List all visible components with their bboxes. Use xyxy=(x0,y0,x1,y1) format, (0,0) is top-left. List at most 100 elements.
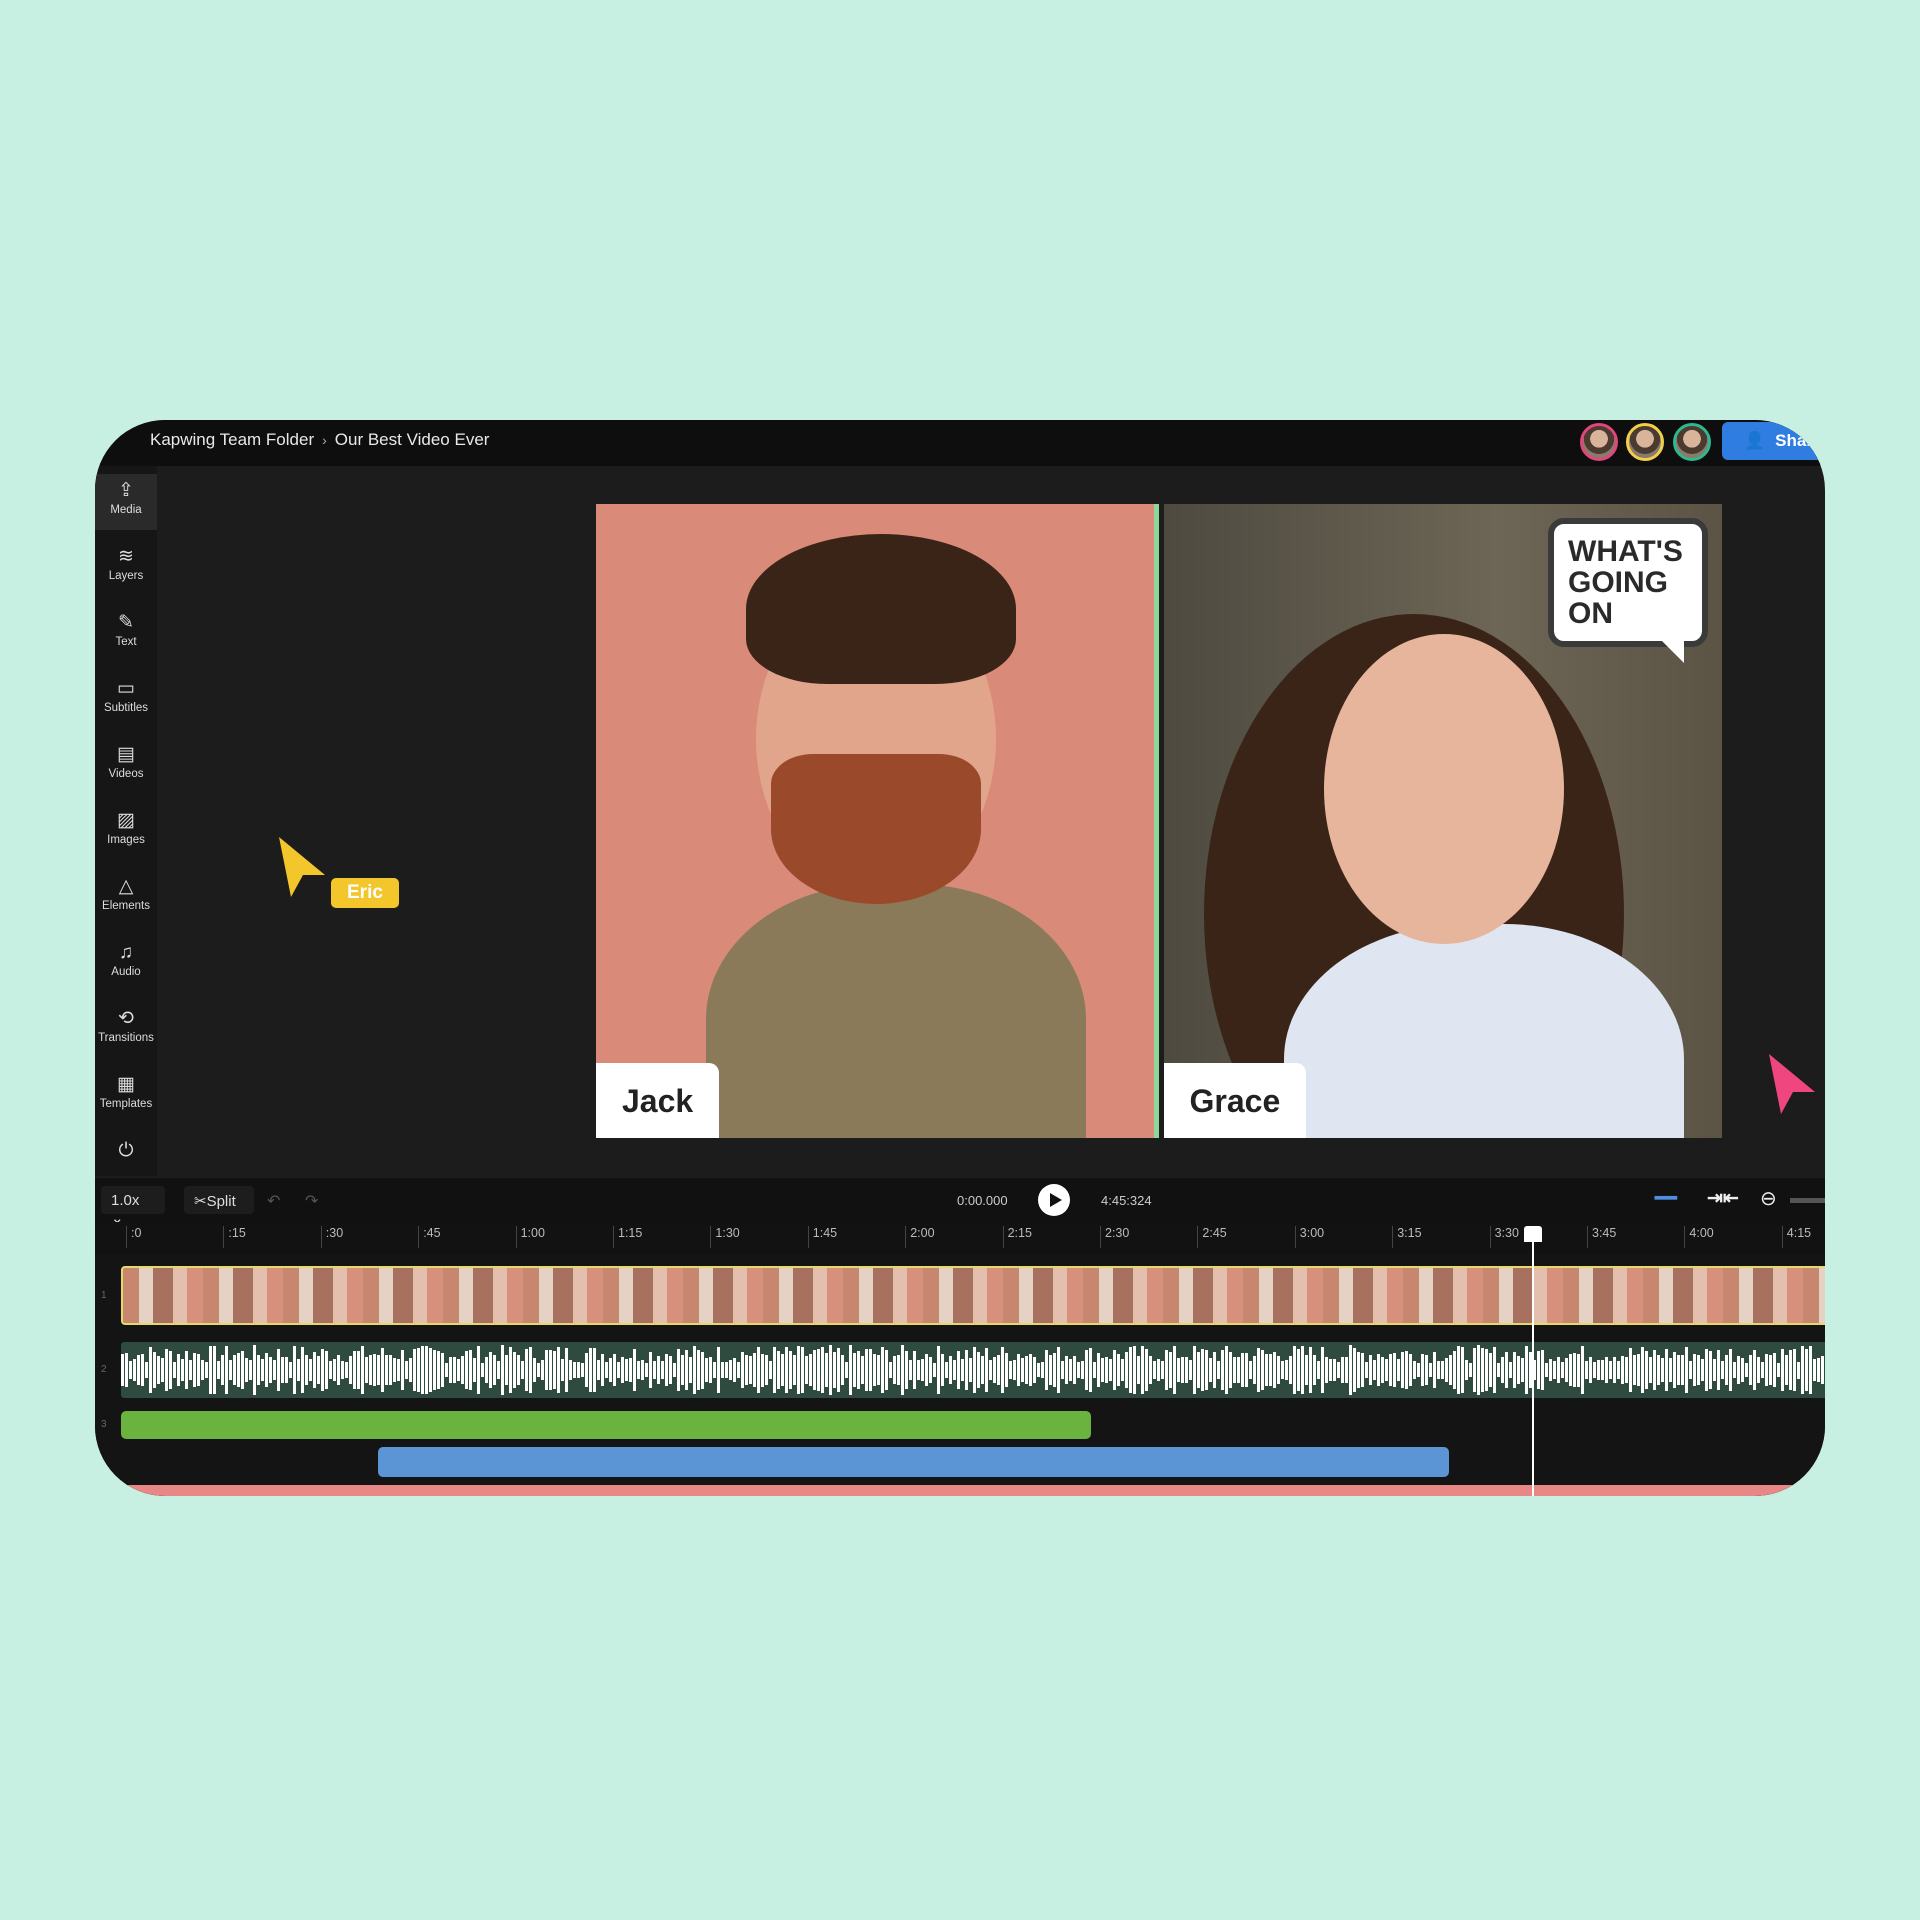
audio-track-clip[interactable] xyxy=(121,1342,1825,1398)
waveform-bar xyxy=(1461,1347,1464,1393)
video-left[interactable]: Jack xyxy=(596,504,1154,1138)
waveform-bar xyxy=(1085,1349,1088,1391)
waveform-bar xyxy=(741,1352,744,1388)
waveform-bar xyxy=(173,1361,176,1379)
waveform-bar xyxy=(633,1348,636,1392)
avatar[interactable] xyxy=(1580,423,1618,461)
play-button[interactable] xyxy=(1038,1184,1070,1216)
waveform-bar xyxy=(1181,1356,1184,1384)
ruler-tick: 2:00 xyxy=(905,1226,935,1248)
sidebar-item-media[interactable]: ⇪ Media xyxy=(95,474,157,530)
waveform-bar xyxy=(1509,1361,1512,1379)
sidebar-item-audio[interactable]: ♫ Audio xyxy=(95,936,157,992)
name-tag-jack[interactable]: Jack xyxy=(596,1063,720,1138)
waveform-bar xyxy=(509,1347,512,1393)
waveform-bar xyxy=(1365,1362,1368,1378)
ruler-tick: 3:15 xyxy=(1392,1226,1422,1248)
sidebar-item-label: Templates xyxy=(99,1098,153,1110)
waveform-bar xyxy=(1785,1355,1788,1385)
undo-icon[interactable]: ↶ xyxy=(267,1191,280,1211)
waveform-bar xyxy=(1585,1361,1588,1379)
waveform-bar xyxy=(993,1356,996,1384)
waveform-bar xyxy=(1049,1354,1052,1386)
waveform-bar xyxy=(513,1352,516,1388)
sidebar-item-images[interactable]: ▨ Images xyxy=(95,804,157,860)
waveform-bar xyxy=(1173,1345,1176,1395)
timeline-toolbar: 1.0x ⌄ ✂Split ↶ ↷ 0:00.000 4:45:324 ━━ ⇥… xyxy=(95,1178,1825,1227)
waveform-bar xyxy=(1065,1355,1068,1385)
video-track-clip[interactable] xyxy=(121,1266,1825,1325)
waveform-bar xyxy=(1381,1357,1384,1383)
waveform-bar xyxy=(1453,1350,1456,1390)
waveform-bar xyxy=(605,1362,608,1378)
waveform-bar xyxy=(1613,1357,1616,1383)
sidebar-item-templates[interactable]: ▦ Templates xyxy=(95,1068,157,1124)
share-button[interactable]: 👤 Share xyxy=(1722,422,1825,460)
playhead[interactable] xyxy=(1524,1226,1542,1496)
waveform-bar xyxy=(1717,1349,1720,1391)
speech-bubble-sticker[interactable]: WHAT'S GOING ON xyxy=(1548,518,1709,663)
waveform-bar xyxy=(1333,1358,1336,1382)
waveform-bar xyxy=(253,1345,256,1395)
sidebar-item-layers[interactable]: ≋ Layers xyxy=(95,540,157,596)
sidebar-icon: ♫ xyxy=(118,942,134,963)
waveform-bar xyxy=(1393,1352,1396,1388)
breadcrumb-folder[interactable]: Kapwing Team Folder xyxy=(150,430,314,450)
snap-icon[interactable]: ━━ xyxy=(1655,1188,1677,1209)
redo-icon[interactable]: ↷ xyxy=(305,1191,318,1211)
sidebar-icon: ▨ xyxy=(117,810,135,831)
speed-dropdown[interactable]: 1.0x ⌄ xyxy=(101,1186,165,1227)
waveform-bar xyxy=(1305,1354,1308,1386)
sidebar-item-label: Transitions xyxy=(98,1032,154,1044)
fit-timeline-icon[interactable]: ⇥⇤ xyxy=(1707,1187,1739,1210)
sidebar-item-text[interactable]: ✎ Text xyxy=(95,606,157,662)
waveform-bar xyxy=(837,1348,840,1392)
waveform-bar xyxy=(765,1355,768,1385)
sidebar-item-label: Videos xyxy=(108,768,144,780)
split-button[interactable]: ✂Split xyxy=(184,1186,254,1214)
sidebar-item-videos[interactable]: ▤ Videos xyxy=(95,738,157,794)
waveform-bar xyxy=(1309,1347,1312,1393)
timeline-ruler[interactable]: :0:15:30:45 1:00 1:15 1:30 1:45 2:00 2:15 2:30 2… xyxy=(95,1222,1825,1254)
sidebar-item-transitions[interactable]: ⟲ Transitions xyxy=(95,1002,157,1058)
waveform-bar xyxy=(269,1357,272,1383)
text-track-clip[interactable] xyxy=(121,1411,1091,1439)
waveform-bar xyxy=(593,1347,596,1393)
waveform-bar xyxy=(1389,1353,1392,1387)
waveform-bar xyxy=(1721,1361,1724,1379)
zoom-slider[interactable] xyxy=(1790,1198,1825,1203)
sidebar-item-subtitles[interactable]: ▭ Subtitles xyxy=(95,672,157,728)
waveform-bar xyxy=(1597,1360,1600,1380)
waveform-bar xyxy=(1033,1357,1036,1383)
subtitle-track-clip[interactable] xyxy=(378,1447,1449,1477)
waveform-bar xyxy=(1189,1360,1192,1380)
waveform-bar xyxy=(893,1356,896,1384)
share-label: Share xyxy=(1775,431,1823,450)
waveform-bar xyxy=(1409,1354,1412,1386)
waveform-bar xyxy=(177,1354,180,1386)
video-right[interactable]: WHAT'S GOING ON Grace xyxy=(1163,504,1723,1138)
waveform-bar xyxy=(1485,1349,1488,1391)
waveform-bar xyxy=(1417,1363,1420,1377)
waveform-bar xyxy=(1121,1358,1124,1382)
sidebar-item-elements[interactable]: △ Elements xyxy=(95,870,157,926)
waveform-bar xyxy=(497,1361,500,1379)
avatar[interactable] xyxy=(1673,423,1711,461)
zoom-out-icon[interactable]: ⊖ xyxy=(1760,1186,1777,1211)
element-track-clip[interactable] xyxy=(95,1485,1825,1496)
waveform-bar xyxy=(461,1355,464,1385)
waveform-bar xyxy=(917,1359,920,1381)
waveform-bar xyxy=(957,1351,960,1389)
waveform-bar xyxy=(729,1359,732,1381)
avatar[interactable] xyxy=(1626,423,1664,461)
video-canvas[interactable]: Jack WHAT'S GOING ON Grace xyxy=(596,504,1723,1138)
current-time: 0:00.000 xyxy=(957,1193,1008,1208)
waveform-bar xyxy=(849,1345,852,1395)
waveform-bar xyxy=(1153,1361,1156,1379)
waveform-bar xyxy=(305,1354,308,1386)
name-tag-grace[interactable]: Grace xyxy=(1163,1063,1307,1138)
waveform-bar xyxy=(1697,1355,1700,1385)
breadcrumb-project[interactable]: Our Best Video Ever xyxy=(335,430,490,450)
waveform-bar xyxy=(121,1354,124,1386)
waveform-bar xyxy=(1445,1357,1448,1383)
